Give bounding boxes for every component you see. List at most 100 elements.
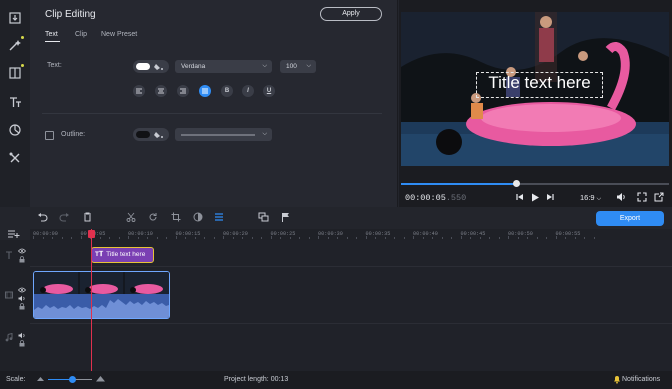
ruler-tick: [156, 237, 158, 239]
track-visibility-icon[interactable]: [18, 248, 26, 254]
align-right-button[interactable]: [177, 85, 189, 97]
ruler-tick: [223, 236, 224, 239]
color-adjust-icon[interactable]: [193, 212, 203, 222]
ruler-tick: [574, 237, 576, 239]
skip-back-icon[interactable]: [516, 193, 524, 201]
title-clip-label: Title text here: [106, 251, 146, 258]
track-divider: [30, 323, 672, 324]
outline-checkbox[interactable]: [45, 131, 54, 140]
video-clip[interactable]: [33, 271, 170, 319]
import-icon[interactable]: [5, 8, 25, 28]
playhead[interactable]: [91, 229, 92, 371]
ruler-tick: [451, 237, 452, 239]
font-size-select[interactable]: 100 ⌵: [280, 60, 316, 73]
ruler-tick: [498, 237, 500, 239]
zoom-in-icon[interactable]: [96, 375, 105, 382]
clip-properties-icon[interactable]: [214, 212, 224, 222]
titles-icon: T𝐓: [95, 251, 104, 258]
track-lock-icon[interactable]: [19, 303, 25, 310]
track-mute-icon[interactable]: [18, 332, 26, 339]
transitions-icon[interactable]: [5, 63, 25, 83]
marker-flag-icon[interactable]: [281, 212, 290, 222]
cut-icon[interactable]: [126, 212, 136, 222]
ruler-tick: [137, 237, 139, 239]
video-track-icon: [5, 291, 13, 299]
title-text-overlay[interactable]: Title text here: [476, 73, 603, 93]
font-family-select[interactable]: Verdana ⌵: [175, 60, 272, 73]
ruler-tick: [109, 237, 110, 239]
ruler-tick: [337, 237, 338, 239]
ruler-tick: [128, 236, 129, 239]
zoom-out-icon[interactable]: [37, 376, 44, 382]
playhead-handle[interactable]: [88, 230, 95, 238]
delete-icon[interactable]: [83, 212, 92, 222]
ruler-tick: [470, 237, 471, 239]
outline-label: Outline:: [61, 131, 86, 138]
project-length: Project length: 00:13: [224, 376, 289, 383]
add-track-icon[interactable]: [8, 230, 20, 239]
align-left-button[interactable]: [133, 85, 145, 97]
aspect-ratio-select[interactable]: 16:9 ⌵: [580, 193, 601, 203]
ruler-tick: [52, 237, 53, 239]
ruler-time-label: 00:00:10: [128, 231, 153, 237]
italic-button[interactable]: I: [242, 85, 254, 97]
overlay-icon[interactable]: [258, 212, 269, 222]
ruler-tick: [432, 237, 433, 239]
ruler-time-label: 00:00:50: [508, 231, 533, 237]
video-thumbnails: [34, 272, 169, 294]
more-tools-icon[interactable]: [5, 148, 25, 168]
text-color-picker[interactable]: [133, 60, 169, 73]
notifications-link[interactable]: Notifications: [622, 376, 660, 383]
title-clip[interactable]: T𝐓 Title text here: [91, 247, 154, 263]
outline-style-select[interactable]: ⌵: [175, 128, 272, 141]
timecode-display: 00:00:05.550: [405, 193, 466, 203]
timeline-toolbar: [0, 207, 672, 229]
titles-icon[interactable]: [5, 92, 25, 112]
ruler-time-label: 00:00:35: [365, 231, 391, 237]
ruler-time-label: 00:00:30: [318, 231, 343, 237]
notification-bell-icon[interactable]: [613, 375, 621, 384]
ruler-tick: [375, 237, 376, 239]
font-family-value: Verdana: [181, 63, 206, 70]
timeline-ruler[interactable]: 00:00:0000:00:0500:00:1000:00:1500:00:20…: [30, 229, 672, 240]
play-icon[interactable]: [531, 193, 540, 202]
underline-button[interactable]: U: [263, 85, 275, 97]
tab-text[interactable]: Text: [45, 31, 58, 38]
track-lock-icon[interactable]: [19, 256, 25, 263]
ruler-tick: [422, 237, 424, 239]
skip-forward-icon[interactable]: [546, 193, 554, 201]
magic-wand-icon[interactable]: [5, 35, 25, 55]
ruler-tick: [33, 236, 34, 239]
tab-new-preset[interactable]: New Preset: [101, 31, 137, 38]
track-lock-icon[interactable]: [19, 340, 25, 347]
ruler-tick: [99, 237, 101, 239]
redo-icon[interactable]: [59, 212, 70, 222]
outline-color-picker[interactable]: [133, 128, 169, 141]
tab-clip[interactable]: Clip: [75, 31, 87, 38]
volume-icon[interactable]: [616, 192, 626, 202]
rotate-icon[interactable]: [148, 212, 158, 222]
panel-title: Clip Editing: [45, 9, 96, 20]
ruler-tick: [413, 236, 414, 239]
ruler-tick: [118, 237, 120, 239]
ruler-tick: [536, 237, 538, 239]
bold-button[interactable]: B: [221, 85, 233, 97]
stickers-icon[interactable]: [5, 120, 25, 140]
crop-icon[interactable]: [171, 212, 181, 222]
chevron-down-icon: ⌵: [262, 131, 267, 137]
detach-player-icon[interactable]: [654, 192, 664, 202]
undo-icon[interactable]: [37, 212, 48, 222]
ruler-tick: [308, 237, 310, 239]
track-visibility-icon[interactable]: [18, 287, 26, 293]
clip-editing-panel: Clip Editing Apply Text Clip New Preset …: [30, 0, 398, 207]
apply-button[interactable]: Apply: [320, 7, 382, 21]
align-center-button[interactable]: [155, 85, 167, 97]
fullscreen-icon[interactable]: [637, 192, 647, 202]
ruler-tick: [280, 237, 281, 239]
ruler-tick: [403, 237, 405, 239]
ruler-time-label: 00:00:20: [223, 231, 248, 237]
justify-button[interactable]: [199, 85, 211, 97]
ruler-tick: [546, 237, 547, 239]
track-mute-icon[interactable]: [18, 295, 26, 302]
export-button[interactable]: Export: [596, 211, 664, 226]
